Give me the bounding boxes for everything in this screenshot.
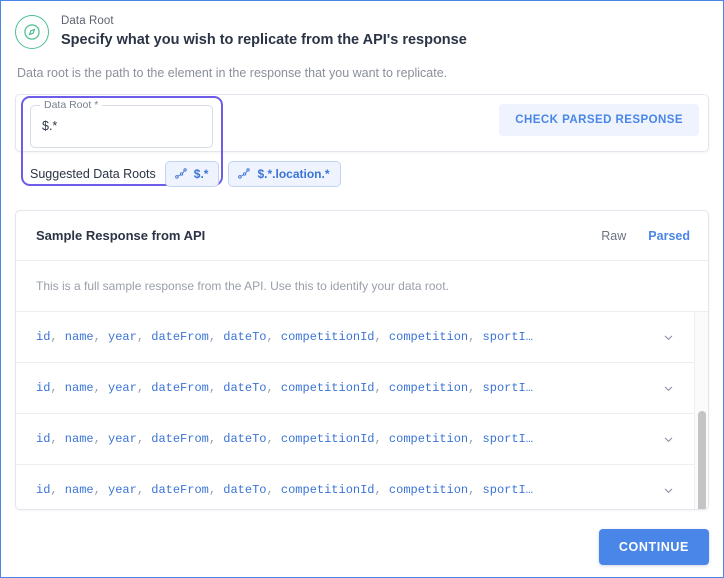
continue-button[interactable]: CONTINUE bbox=[598, 529, 709, 565]
chevron-down-icon[interactable] bbox=[642, 382, 694, 395]
check-parsed-response-button[interactable]: CHECK PARSED RESPONSE bbox=[499, 104, 699, 136]
view-mode-toggle: Raw Parsed bbox=[601, 229, 690, 243]
page-title: Specify what you wish to replicate from … bbox=[61, 32, 467, 48]
sample-response-note: This is a full sample response from the … bbox=[16, 261, 708, 312]
chevron-down-icon[interactable] bbox=[642, 484, 694, 497]
header-eyebrow: Data Root bbox=[61, 15, 114, 27]
page-header: Data Root Specify what you wish to repli… bbox=[1, 1, 723, 50]
header-text-block: Data Root Specify what you wish to repli… bbox=[61, 13, 467, 50]
suggested-chip-0[interactable]: $.* bbox=[164, 161, 220, 187]
suggested-chip-1[interactable]: $.*.location.* bbox=[228, 161, 341, 187]
sample-response-rows: id, name, year, dateFrom, dateTo, compet… bbox=[16, 312, 708, 509]
suggested-chip-1-label: $.*.location.* bbox=[257, 167, 330, 181]
schema-node-icon bbox=[174, 167, 188, 181]
row-keys: id, name, year, dateFrom, dateTo, compet… bbox=[36, 432, 533, 446]
sample-response-header: Sample Response from API Raw Parsed bbox=[16, 211, 708, 261]
rows-scrollbar-track[interactable] bbox=[694, 312, 708, 509]
chevron-down-icon[interactable] bbox=[642, 331, 694, 344]
compass-icon bbox=[15, 15, 49, 49]
sample-response-card: Sample Response from API Raw Parsed This… bbox=[15, 210, 709, 510]
page-description: Data root is the path to the element in … bbox=[17, 66, 448, 80]
tab-parsed[interactable]: Parsed bbox=[648, 229, 690, 243]
sample-response-title: Sample Response from API bbox=[36, 228, 206, 243]
chevron-down-icon[interactable] bbox=[642, 433, 694, 446]
table-row[interactable]: id, name, year, dateFrom, dateTo, compet… bbox=[16, 465, 708, 509]
suggested-data-roots-label: Suggested Data Roots bbox=[30, 167, 156, 181]
table-row[interactable]: id, name, year, dateFrom, dateTo, compet… bbox=[16, 414, 708, 465]
data-root-field-wrapper: Data Root * $.* bbox=[30, 99, 213, 148]
data-root-page: Data Root Specify what you wish to repli… bbox=[1, 1, 723, 577]
table-row[interactable]: id, name, year, dateFrom, dateTo, compet… bbox=[16, 312, 708, 363]
rows-scrollbar-thumb[interactable] bbox=[698, 411, 706, 509]
data-root-input[interactable]: Data Root * $.* bbox=[30, 99, 213, 148]
row-keys: id, name, year, dateFrom, dateTo, compet… bbox=[36, 483, 533, 497]
data-root-card: Data Root * $.* CHECK PARSED RESPONSE Su… bbox=[15, 94, 709, 187]
schema-node-icon bbox=[237, 167, 251, 181]
data-root-value: $.* bbox=[42, 119, 58, 133]
suggested-chip-0-label: $.* bbox=[193, 167, 209, 181]
suggested-data-roots: Suggested Data Roots $.* $.*.location.* bbox=[30, 161, 341, 187]
row-keys: id, name, year, dateFrom, dateTo, compet… bbox=[36, 330, 533, 344]
row-keys: id, name, year, dateFrom, dateTo, compet… bbox=[36, 381, 533, 395]
tab-raw[interactable]: Raw bbox=[601, 229, 626, 243]
table-row[interactable]: id, name, year, dateFrom, dateTo, compet… bbox=[16, 363, 708, 414]
data-root-label: Data Root * bbox=[40, 99, 103, 112]
